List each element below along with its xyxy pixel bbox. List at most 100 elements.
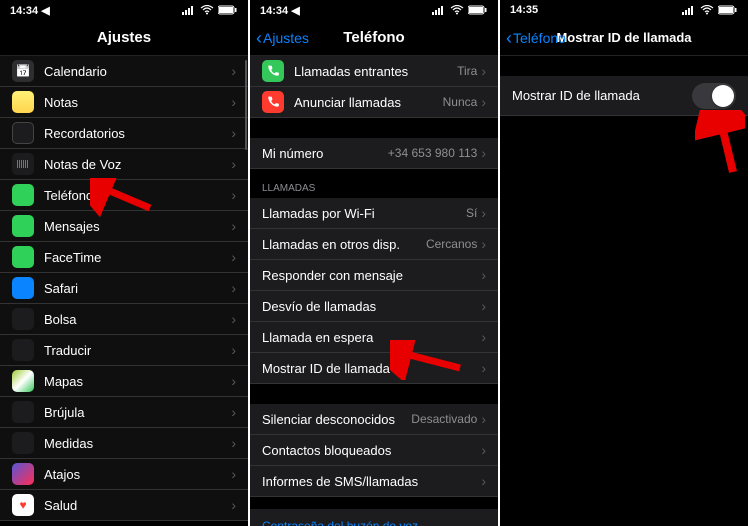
- back-button[interactable]: ‹Teléfono: [506, 29, 566, 47]
- settings-row-mensajes[interactable]: Mensajes›: [0, 211, 248, 242]
- ic-med-icon: [12, 432, 34, 454]
- caller-id-toggle[interactable]: [692, 83, 736, 109]
- ic-cal-icon: [12, 60, 34, 82]
- row-label: Brújula: [44, 405, 231, 420]
- row-value: Cercanos: [426, 237, 477, 251]
- row-informes-de-sms-llamadas[interactable]: Informes de SMS/llamadas›: [250, 466, 498, 497]
- ic-ft-icon: [12, 246, 34, 268]
- row-desv-o-de-llamadas[interactable]: Desvío de llamadas›: [250, 291, 498, 322]
- chevron-right-icon: ›: [481, 145, 486, 161]
- row-label: Traducir: [44, 343, 231, 358]
- chevron-right-icon: ›: [231, 187, 236, 203]
- settings-row-notas[interactable]: Notas›: [0, 87, 248, 118]
- settings-row-mapas[interactable]: Mapas›: [0, 366, 248, 397]
- status-bar: 14:35: [500, 0, 748, 20]
- telefono-list[interactable]: Llamadas entrantesTira›Anunciar llamadas…: [250, 56, 498, 526]
- ic-compass-icon: [12, 401, 34, 423]
- chevron-right-icon: ›: [481, 236, 486, 252]
- status-bar: 14:34 ◀: [250, 0, 498, 20]
- row-llamada-en-espera[interactable]: Llamada en espera›: [250, 322, 498, 353]
- navbar: ‹Ajustes Teléfono: [250, 20, 498, 56]
- row-anunciar-llamadas[interactable]: Anunciar llamadasNunca›: [250, 87, 498, 118]
- chevron-right-icon: ›: [231, 373, 236, 389]
- settings-row-brújula[interactable]: Brújula›: [0, 397, 248, 428]
- settings-row-recordatorios[interactable]: Recordatorios›: [0, 118, 248, 149]
- row-llamadas-por-wi-fi[interactable]: Llamadas por Wi-FiSí›: [250, 198, 498, 229]
- settings-row-traducir[interactable]: Traducir›: [0, 335, 248, 366]
- status-icons: [182, 5, 238, 15]
- chevron-right-icon: ›: [481, 267, 486, 283]
- ic-voice-icon: [12, 153, 34, 175]
- row-label: Llamadas por Wi-Fi: [262, 206, 466, 221]
- caller-id-toggle-row[interactable]: Mostrar ID de llamada: [500, 76, 748, 116]
- chevron-right-icon: ›: [231, 156, 236, 172]
- chevron-right-icon: ›: [231, 63, 236, 79]
- row-label: Salud: [44, 498, 231, 513]
- chevron-right-icon: ›: [231, 466, 236, 482]
- back-button[interactable]: ‹Ajustes: [256, 29, 309, 47]
- ic-notes-icon: [12, 91, 34, 113]
- ic-atajos-icon: [12, 463, 34, 485]
- settings-row-safari[interactable]: Safari›: [0, 273, 248, 304]
- row-label: Llamadas entrantes: [294, 64, 457, 79]
- chevron-left-icon: ‹: [256, 29, 262, 47]
- toggle-knob: [712, 85, 734, 107]
- navbar: Ajustes: [0, 20, 248, 56]
- ic-phone-icon: [12, 184, 34, 206]
- row-label: Desvío de llamadas: [262, 299, 481, 314]
- voicemail-password-link[interactable]: Contraseña del buzón de voz: [250, 509, 498, 526]
- settings-row-atajos[interactable]: Atajos›: [0, 459, 248, 490]
- row-label: Mi número: [262, 146, 388, 161]
- row-label: Contactos bloqueados: [262, 443, 481, 458]
- row-contactos-bloqueados[interactable]: Contactos bloqueados›: [250, 435, 498, 466]
- chevron-right-icon: ›: [481, 411, 486, 427]
- chevron-right-icon: ›: [481, 442, 486, 458]
- ic-trans-icon: [12, 339, 34, 361]
- screen-telefono: 14:34 ◀ ‹Ajustes Teléfono Llamadas entra…: [250, 0, 498, 526]
- section-header-calls: LLAMADAS: [250, 169, 498, 198]
- toggle-label: Mostrar ID de llamada: [512, 88, 692, 103]
- row-label: Notas: [44, 95, 231, 110]
- ic-bolsa-icon: [12, 308, 34, 330]
- row-label: Responder con mensaje: [262, 268, 481, 283]
- scrollbar[interactable]: [245, 60, 247, 150]
- navbar: ‹Teléfono Mostrar ID de llamada: [500, 20, 748, 56]
- row-label: Medidas: [44, 436, 231, 451]
- chevron-right-icon: ›: [231, 280, 236, 296]
- settings-row-salud[interactable]: Salud›: [0, 490, 248, 521]
- row-value: Desactivado: [411, 412, 477, 426]
- row-mostrar-id-de-llamada[interactable]: Mostrar ID de llamada›: [250, 353, 498, 384]
- page-title: Mostrar ID de llamada: [556, 30, 691, 45]
- chevron-left-icon: ‹: [506, 29, 512, 47]
- settings-row-teléfono[interactable]: Teléfono›: [0, 180, 248, 211]
- row-value: Sí: [466, 206, 477, 220]
- row-label: Bolsa: [44, 312, 231, 327]
- settings-row-facetime[interactable]: FaceTime›: [0, 242, 248, 273]
- chevron-right-icon: ›: [481, 473, 486, 489]
- status-bar: 14:34 ◀: [0, 0, 248, 20]
- row-label: Llamada en espera: [262, 330, 481, 345]
- chevron-right-icon: ›: [231, 94, 236, 110]
- settings-list[interactable]: Calendario›Notas›Recordatorios›Notas de …: [0, 56, 248, 526]
- row-responder-con-mensaje[interactable]: Responder con mensaje›: [250, 260, 498, 291]
- row-label: Silenciar desconocidos: [262, 412, 411, 427]
- settings-row-bolsa[interactable]: Bolsa›: [0, 304, 248, 335]
- row-silenciar-desconocidos[interactable]: Silenciar desconocidosDesactivado ›: [250, 404, 498, 435]
- row-label: Mapas: [44, 374, 231, 389]
- row-llamadas-en-otros-disp-[interactable]: Llamadas en otros disp.Cercanos›: [250, 229, 498, 260]
- settings-row-medidas[interactable]: Medidas›: [0, 428, 248, 459]
- row-label: Mostrar ID de llamada: [262, 361, 481, 376]
- row-label: Atajos: [44, 467, 231, 482]
- my-number-row[interactable]: Mi número+34 653 980 113›: [250, 138, 498, 169]
- chevron-right-icon: ›: [481, 360, 486, 376]
- row-label: FaceTime: [44, 250, 231, 265]
- row-llamadas-entrantes[interactable]: Llamadas entrantesTira›: [250, 56, 498, 87]
- row-label: Teléfono: [44, 188, 231, 203]
- ic-announce-icon: [262, 91, 284, 113]
- row-label: Anunciar llamadas: [294, 95, 443, 110]
- settings-row-calendario[interactable]: Calendario›: [0, 56, 248, 87]
- row-label: Recordatorios: [44, 126, 231, 141]
- settings-row-notas-de-voz[interactable]: Notas de Voz›: [0, 149, 248, 180]
- chevron-right-icon: ›: [231, 404, 236, 420]
- ic-rem-icon: [12, 122, 34, 144]
